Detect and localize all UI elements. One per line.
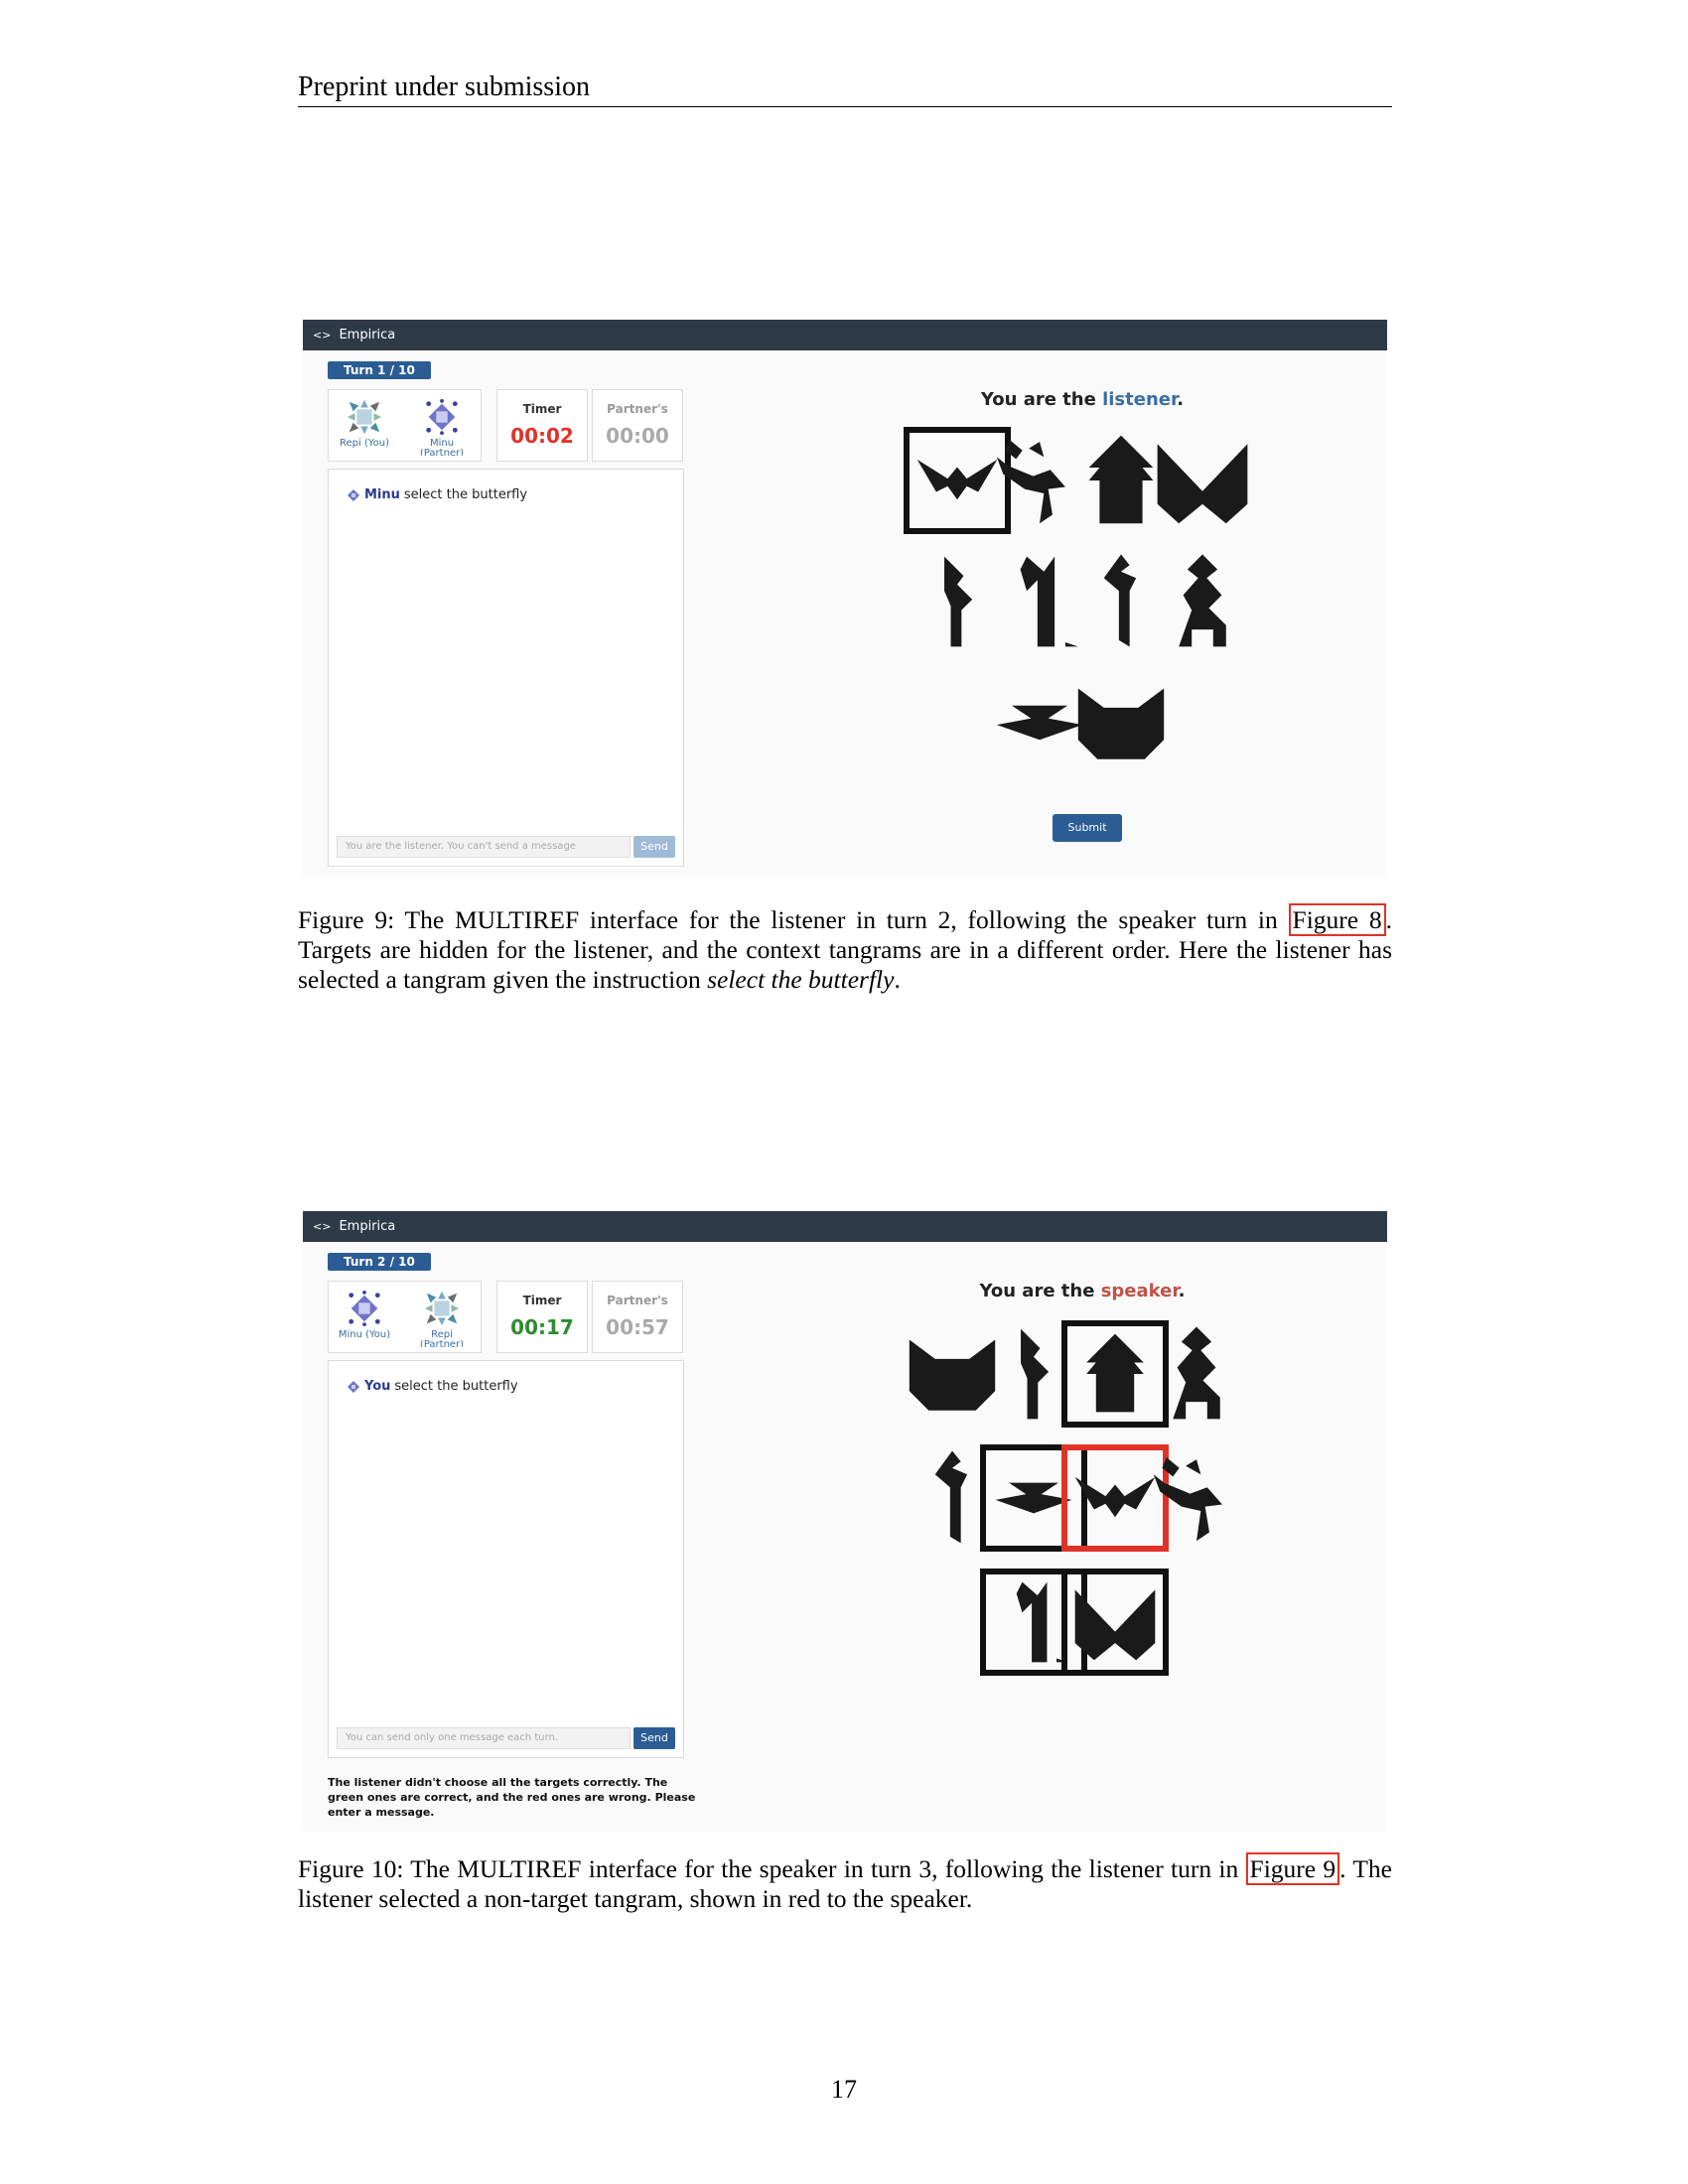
tangram-standing-figure[interactable] [1149, 548, 1256, 655]
avatar-quilt-teal-icon [347, 399, 382, 435]
player-self: Minu (You) [335, 1290, 394, 1340]
app-brand: Empirica [339, 1219, 396, 1234]
timer-value: 00:17 [510, 1315, 574, 1339]
cap9-ulti: ULTI [477, 905, 533, 934]
empirica-logo-icon: <> [313, 1220, 332, 1233]
chat-message: Minu select the butterfly [347, 487, 527, 502]
cap9-prefix: Figure 9: The [298, 905, 455, 934]
avatar-mini-icon [348, 1380, 359, 1393]
cap9-ef: EF [549, 905, 580, 934]
chat-text: select the butterfly [403, 487, 528, 502]
players-panel: Repi (You) Minu (Partner) [328, 389, 482, 462]
cap9-mid: interface for the listener in turn 2, fo… [579, 905, 1289, 934]
cap10-m: M [457, 1854, 480, 1883]
partner-timer-box: Partner's 00:57 [592, 1281, 683, 1353]
chat-input[interactable]: You are the listener. You can't send a m… [337, 836, 631, 858]
cap10-prefix: Figure 10: The [298, 1854, 458, 1883]
chat-panel: You select the butterfly You can send on… [328, 1360, 684, 1758]
figure-10-screenshot: <> Empirica Turn 2 / 10 Minu (You) Repi [303, 1211, 1387, 1832]
role-word: listener [1102, 389, 1178, 410]
tangram-bowtie[interactable] [1149, 427, 1256, 534]
player-partner-subtitle: (Partner) [419, 1340, 465, 1347]
player-partner-name: Minu [429, 438, 455, 449]
chat-input[interactable]: You can send only one message each turn. [337, 1727, 631, 1749]
page-header: Preprint under submission [298, 71, 1392, 107]
cap10-r: R [534, 1854, 552, 1883]
cap9-m: M [454, 905, 478, 934]
player-partner-name: Repi [431, 1329, 453, 1340]
role-suffix: . [1177, 389, 1185, 410]
tangram-bowtie[interactable] [1061, 1569, 1169, 1676]
turn-badge: Turn 2 / 10 [328, 1253, 431, 1271]
avatar-mini-icon [348, 488, 359, 501]
role-heading: You are the speaker. [720, 1281, 1387, 1301]
turn-badge: Turn 1 / 10 [328, 361, 431, 379]
figure-9-link[interactable]: Figure 9 [1245, 1852, 1340, 1885]
submit-button[interactable]: Submit [1053, 814, 1122, 842]
figure-9-screenshot: <> Empirica Turn 1 / 10 Repi (You) Minu [303, 320, 1387, 877]
cap9-end: . [894, 965, 901, 994]
partner-timer-label: Partner's [607, 1294, 668, 1307]
page-number: 17 [831, 2075, 857, 2104]
cap10-system-name: MULTIREF [457, 1854, 581, 1883]
app-topbar: <> Empirica [303, 1211, 1387, 1242]
figure-10-caption: Figure 10: The MULTIREF interface for th… [298, 1852, 1392, 1914]
cap9-r: R [532, 905, 550, 934]
timer-box: Timer 00:17 [496, 1281, 588, 1353]
chat-sender: Minu [364, 487, 400, 502]
chat-message: You select the butterfly [347, 1379, 518, 1394]
empirica-logo-icon: <> [313, 329, 332, 341]
cap9-system-name: MULTIREF [455, 905, 579, 934]
avatar-quilt-purple-icon [426, 398, 458, 436]
timer-value: 00:02 [510, 424, 574, 448]
send-button[interactable]: Send [633, 1727, 675, 1749]
tangram-cat-head[interactable] [1067, 669, 1175, 776]
chat-text: select the butterfly [394, 1379, 518, 1394]
player-self-name: Minu (You) [338, 1329, 391, 1340]
tangram-standing-figure[interactable] [1143, 1320, 1250, 1428]
figure-9-caption: Figure 9: The MULTIREF interface for the… [298, 903, 1392, 995]
player-self: Repi (You) [335, 398, 394, 449]
avatar-quilt-teal-icon [424, 1291, 460, 1326]
chat-panel: Minu select the butterfly You are the li… [328, 469, 684, 867]
timer-box: Timer 00:02 [496, 389, 588, 462]
tangram-kneeling-figure[interactable] [1143, 1444, 1250, 1552]
partner-timer-value: 00:00 [606, 424, 669, 448]
role-heading: You are the listener. [720, 389, 1387, 410]
partner-timer-value: 00:57 [606, 1315, 669, 1339]
player-partner: Minu (Partner) [412, 398, 472, 456]
avatar-quilt-purple-icon [349, 1290, 380, 1327]
cap9-instruction: select the butterfly [707, 965, 895, 994]
player-partner: Repi (Partner) [412, 1290, 472, 1347]
chat-sender: You [364, 1379, 391, 1394]
send-button[interactable]: Send [633, 836, 675, 858]
cap10-mid: interface for the speaker in turn 3, fol… [581, 1854, 1246, 1883]
players-panel: Minu (You) Repi (Partner) [328, 1281, 482, 1353]
app-topbar: <> Empirica [303, 320, 1387, 350]
role-suffix: . [1178, 1281, 1186, 1301]
timer-label: Timer [522, 1294, 562, 1307]
player-self-name: Repi (You) [340, 438, 389, 449]
cap10-ulti: ULTI [479, 1854, 535, 1883]
app-brand: Empirica [339, 328, 396, 342]
partner-timer-label: Partner's [607, 402, 668, 416]
role-word: speaker [1100, 1281, 1179, 1301]
figure-8-link[interactable]: Figure 8 [1288, 903, 1386, 936]
timer-label: Timer [522, 402, 562, 416]
partner-timer-box: Partner's 00:00 [592, 389, 683, 462]
cap10-ef: EF [551, 1854, 582, 1883]
player-partner-subtitle: (Partner) [419, 449, 465, 456]
role-prefix: You are the [979, 1281, 1101, 1301]
role-prefix: You are the [980, 389, 1103, 410]
feedback-message: The listener didn't choose all the targe… [328, 1776, 696, 1819]
